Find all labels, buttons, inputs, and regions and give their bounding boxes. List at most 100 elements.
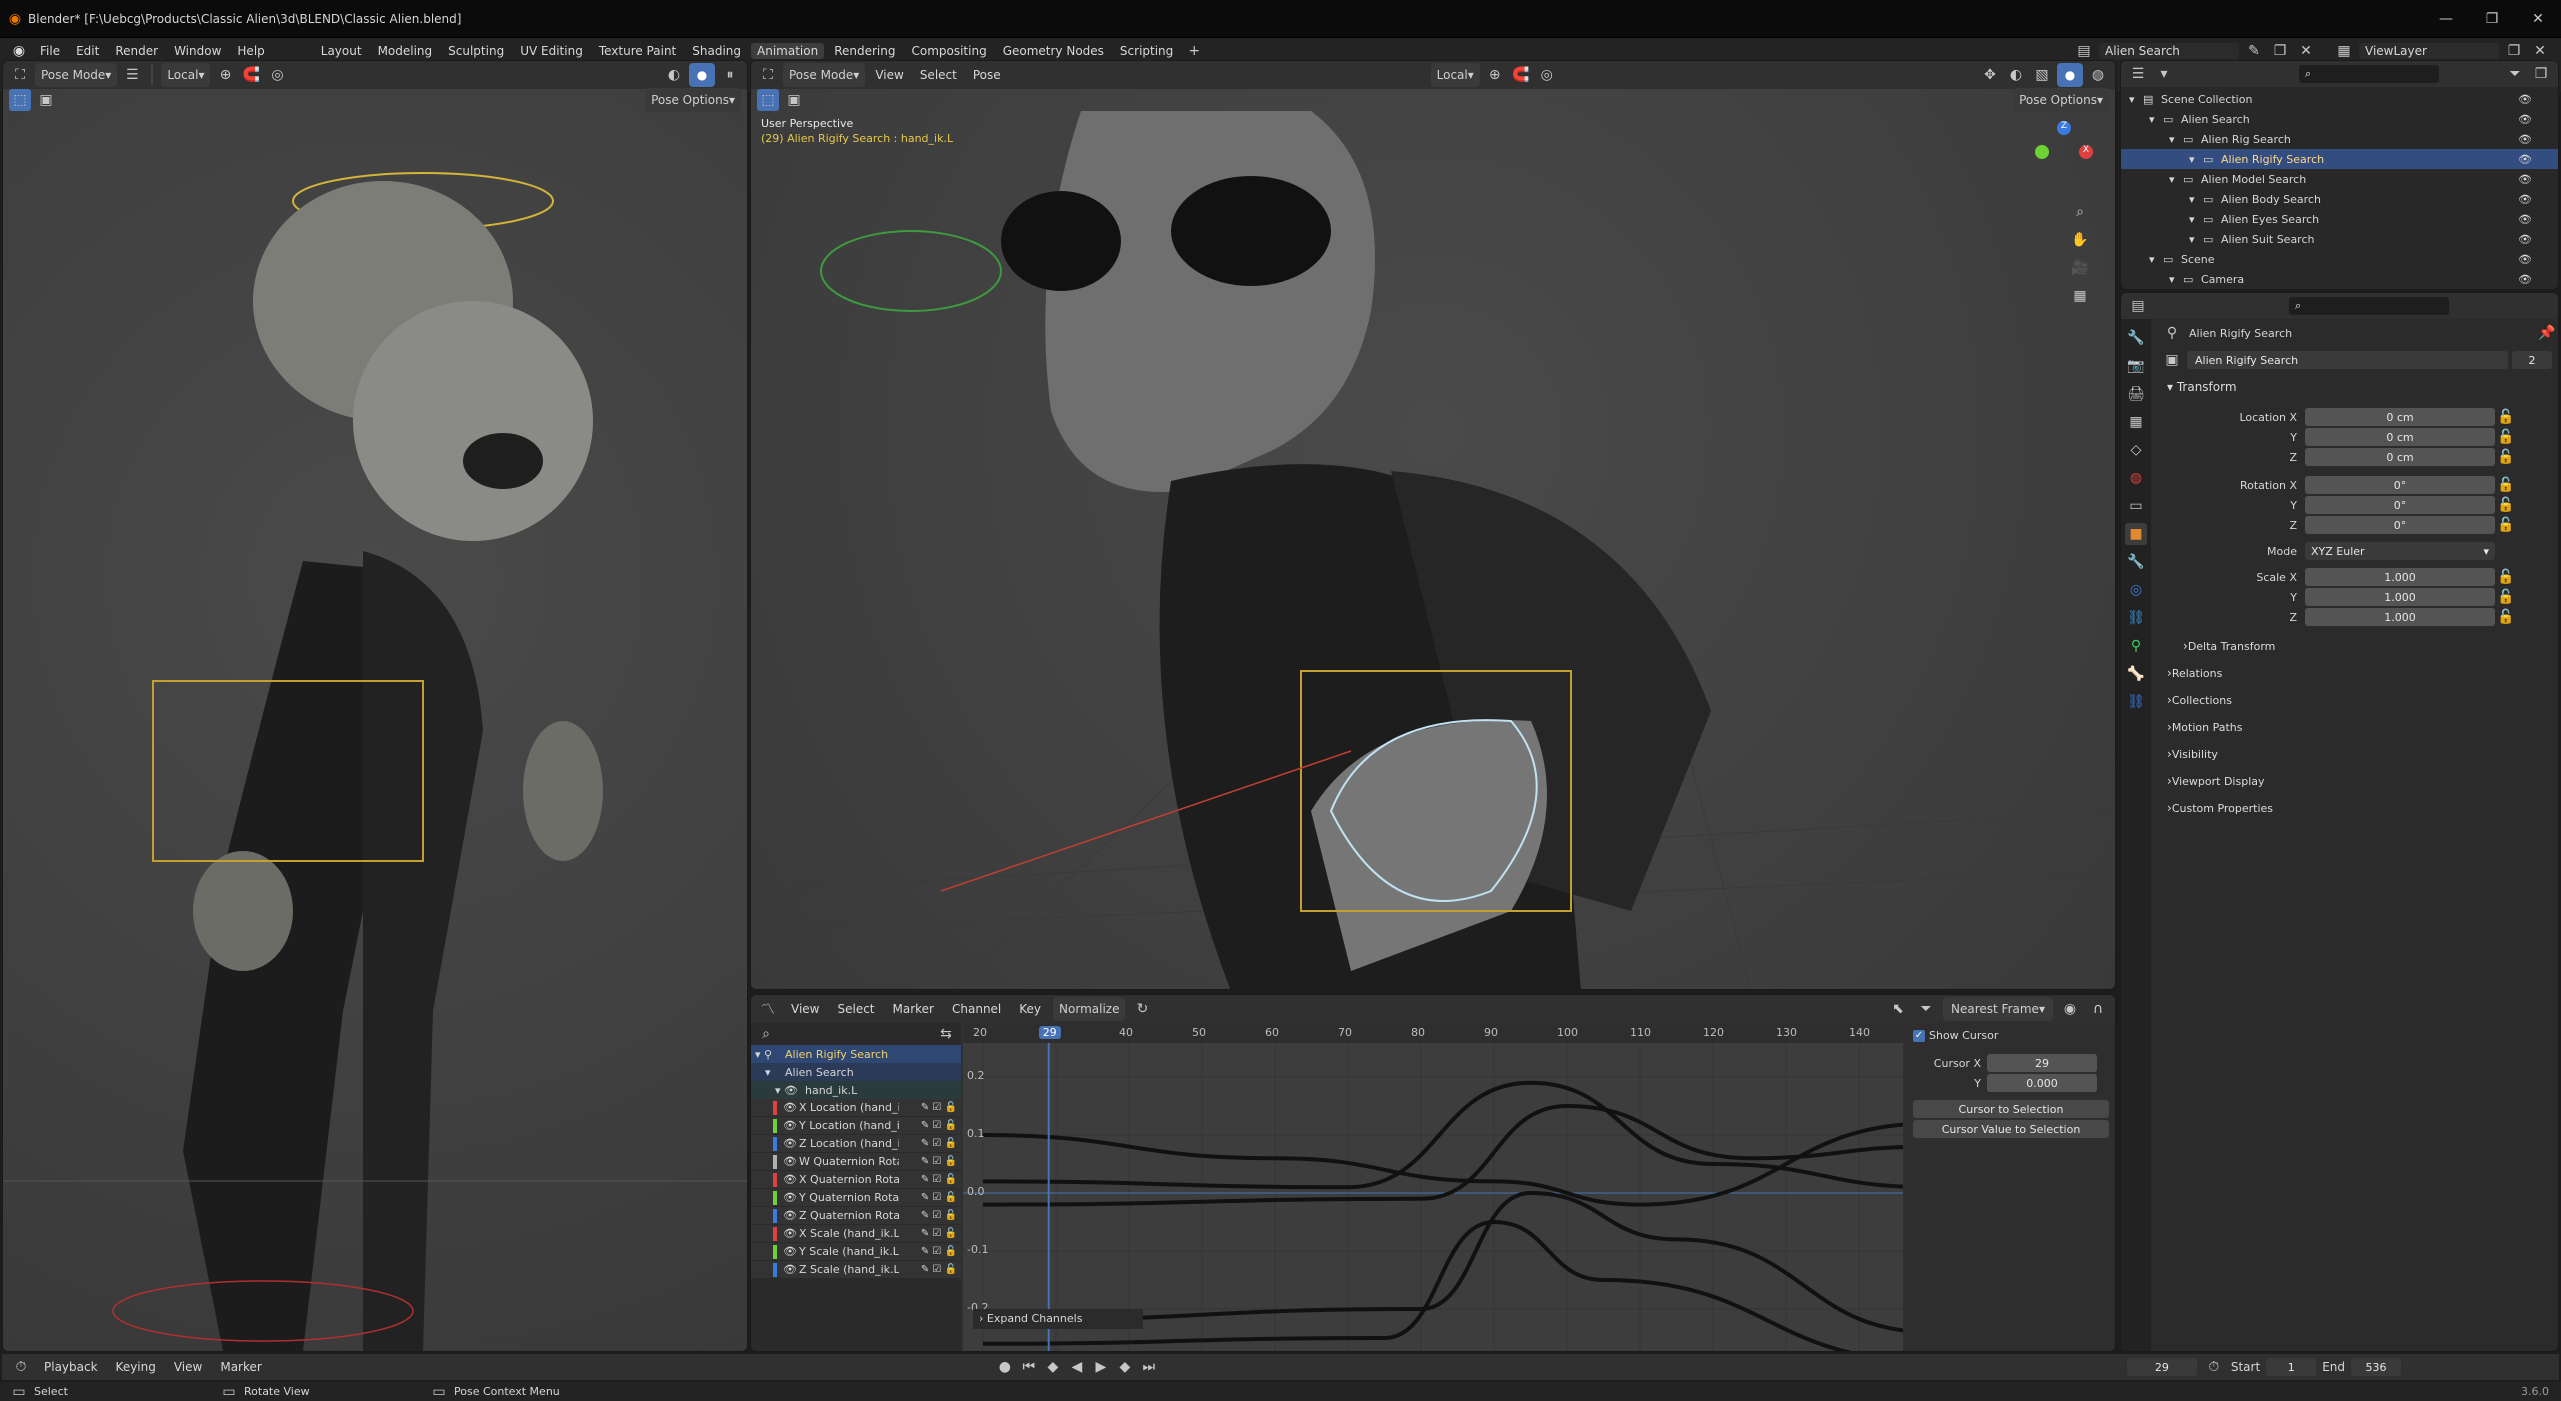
rotation-mode-dropdown[interactable]: XYZ Euler ▾ — [2305, 542, 2495, 560]
fcurve-channel[interactable]: 👁 Z Scale (hand_ik.L ✎ ☑ 🔓 — [751, 1261, 961, 1279]
expand-arrow-icon[interactable]: ▾ — [2189, 193, 2203, 206]
output-tab-icon[interactable]: 🖨 — [2125, 383, 2147, 405]
select-box-icon[interactable]: ▣ — [35, 89, 57, 111]
fcurve-channel[interactable]: 👁 W Quaternion Rota ✎ ☑ 🔓 — [751, 1153, 961, 1171]
outliner-item[interactable]: ▾ ▭ Alien Search 👁 — [2121, 109, 2558, 129]
visibility-icon[interactable]: 👁 — [2518, 253, 2532, 266]
visibility-icon[interactable]: 👁 — [2518, 193, 2532, 206]
object-tab-icon[interactable]: ■ — [2125, 523, 2147, 545]
visibility-icon[interactable]: 👁 — [2518, 273, 2532, 286]
refresh-icon[interactable]: ↻ — [1131, 998, 1153, 1020]
proportional-edit-icon[interactable]: ◉ — [2059, 998, 2081, 1020]
timeline-menu-playback[interactable]: Playback — [38, 1359, 104, 1375]
pan-hand-icon[interactable]: ✋ — [2069, 229, 2091, 251]
snap-icon[interactable]: 🧲 — [240, 64, 262, 86]
tab-rendering[interactable]: Rendering — [828, 43, 901, 59]
lock-scale-y-icon[interactable]: 🔓 — [2495, 586, 2517, 608]
gizmo-z-axis-icon[interactable]: Z — [2057, 121, 2071, 135]
graph-menu-view[interactable]: View — [785, 1001, 825, 1017]
next-keyframe-icon[interactable]: ◆ — [1114, 1356, 1136, 1378]
tab-compositing[interactable]: Compositing — [905, 43, 992, 59]
left-orientation-dropdown[interactable]: Local ▾ — [161, 63, 211, 87]
menu-window[interactable]: Window — [168, 43, 227, 59]
graph-area[interactable]: 20 29 40 50 60 70 80 90 100 110 120 130 140 0.2 0.1 0.… — [963, 1023, 1903, 1351]
delete-view-layer-icon[interactable]: ✕ — [2529, 40, 2551, 62]
lock-scale-x-icon[interactable]: 🔓 — [2495, 566, 2517, 588]
world-tab-icon[interactable]: ◍ — [2125, 467, 2147, 489]
start-frame-field[interactable]: 1 — [2266, 1358, 2317, 1376]
left-3d-viewport[interactable]: ⛶ Pose Mode ▾ ☰ Local ▾ ⊕ 🧲 ◎ ◐ ● ⏸ ⬚ ▣ … — [2, 60, 748, 1352]
cursor-value-to-selection-button[interactable]: Cursor Value to Selection — [1913, 1120, 2109, 1138]
blender-menu-icon[interactable]: ◉ — [8, 40, 30, 62]
timeline-menu-view[interactable]: View — [168, 1359, 208, 1375]
tab-geometry-nodes[interactable]: Geometry Nodes — [997, 43, 1110, 59]
location-x-field[interactable]: 0 cm — [2305, 408, 2495, 426]
main-menu-pose[interactable]: Pose — [967, 67, 1007, 83]
hamburger-menu-icon[interactable]: ☰ — [121, 64, 143, 86]
channel-visibility-icon[interactable]: 👁 — [783, 1137, 799, 1150]
left-mode-dropdown[interactable]: Pose Mode ▾ — [35, 63, 118, 87]
visibility-icon[interactable]: 👁 — [2518, 133, 2532, 146]
lock-location-x-icon[interactable]: 🔓 — [2495, 406, 2517, 428]
lock-scale-z-icon[interactable]: 🔓 — [2495, 606, 2517, 628]
minimize-icon[interactable]: — — [2423, 8, 2469, 30]
channel-visibility-icon[interactable]: 👁 — [783, 1101, 799, 1114]
collection-tab-icon[interactable]: ▭ — [2125, 495, 2147, 517]
graph-menu-key[interactable]: Key — [1013, 1001, 1047, 1017]
main-3d-viewport[interactable]: ⛶ Pose Mode ▾ View Select Pose Local ▾ ⊕… — [750, 60, 2116, 990]
graph-menu-marker[interactable]: Marker — [887, 1001, 940, 1017]
channel-group-row[interactable]: ▾ 👁 hand_ik.L — [751, 1081, 961, 1099]
fcurve-channel[interactable]: 👁 Y Quaternion Rotat ✎ ☑ 🔓 — [751, 1189, 961, 1207]
scene-tab-icon[interactable]: ◇ — [2125, 439, 2147, 461]
proportional-icon[interactable]: ◎ — [266, 64, 288, 86]
curve-falloff-icon[interactable]: ∩ — [2087, 998, 2109, 1020]
preview-range-icon[interactable]: ⏱ — [2203, 1356, 2225, 1378]
main-mode-dropdown[interactable]: Pose Mode ▾ — [783, 63, 866, 87]
scale-y-field[interactable]: 1.000 — [2305, 588, 2495, 606]
outliner-item[interactable]: ▾ ▭ Alien Eyes Search 👁 — [2121, 209, 2558, 229]
channel-toggles-icon[interactable]: ✎ ☑ 🔓 — [921, 1120, 957, 1131]
tool-tab-icon[interactable]: 🔧 — [2125, 327, 2147, 349]
fcurve-channel[interactable]: 👁 X Location (hand_i ✎ ☑ 🔓 — [751, 1099, 961, 1117]
lock-rotation-y-icon[interactable]: 🔓 — [2495, 494, 2517, 516]
channel-toggles-icon[interactable]: ✎ ☑ 🔓 — [921, 1228, 957, 1239]
end-frame-field[interactable]: 536 — [2351, 1358, 2401, 1376]
expand-arrow-icon[interactable]: ▾ — [2189, 233, 2203, 246]
panel-header[interactable]: › Visibility — [2155, 741, 2558, 768]
lock-rotation-z-icon[interactable]: 🔓 — [2495, 514, 2517, 536]
main-shading-solid-button[interactable]: ● — [2057, 63, 2083, 87]
fcurve-channel[interactable]: 👁 X Quaternion Rotat ✎ ☑ 🔓 — [751, 1171, 961, 1189]
play-reverse-icon[interactable]: ◀ — [1066, 1356, 1088, 1378]
main-overlays-icon[interactable]: ◐ — [2005, 64, 2027, 86]
new-collection-icon[interactable]: ❐ — [2530, 63, 2552, 85]
channel-toggles-icon[interactable]: ✎ ☑ 🔓 — [921, 1174, 957, 1185]
jump-end-icon[interactable]: ⏭ — [1138, 1356, 1160, 1378]
cursor-x-field[interactable]: 29 — [1987, 1054, 2097, 1072]
view-layer-selector[interactable]: ViewLayer — [2359, 43, 2499, 59]
panel-header[interactable]: › Relations — [2155, 660, 2558, 687]
channel-toggles-icon[interactable]: ✎ ☑ 🔓 — [921, 1210, 957, 1221]
show-cursor-checkbox[interactable]: ✓ — [1913, 1029, 1925, 1042]
add-workspace-icon[interactable]: + — [1183, 40, 1205, 62]
main-pose-options[interactable]: Pose Options ▾ — [2013, 88, 2109, 112]
channel-object-row[interactable]: ▾ ⚲ Alien Rigify Search — [751, 1045, 961, 1063]
main-pivot-icon[interactable]: ⊕ — [1484, 64, 1506, 86]
outliner-item[interactable]: ▾ ▭ Alien Model Search 👁 — [2121, 169, 2558, 189]
tab-layout[interactable]: Layout — [315, 43, 368, 59]
display-mode-icon[interactable]: ▾ — [2153, 63, 2175, 85]
expand-channels-panel[interactable]: › Expand Channels — [973, 1309, 1143, 1329]
menu-help[interactable]: Help — [231, 43, 270, 59]
expand-arrow-icon[interactable]: ▾ — [2169, 273, 2183, 286]
outliner-item[interactable]: ▾ ▭ Alien Suit Search 👁 — [2121, 229, 2558, 249]
channel-toggles-icon[interactable]: ✎ ☑ 🔓 — [921, 1102, 957, 1113]
timeline-menu-keying[interactable]: Keying — [110, 1359, 162, 1375]
tab-uv-editing[interactable]: UV Editing — [514, 43, 589, 59]
expand-arrow-icon[interactable]: ▾ — [2189, 153, 2203, 166]
tab-shading[interactable]: Shading — [686, 43, 747, 59]
modifier-tab-icon[interactable]: 🔧 — [2125, 551, 2147, 573]
panel-header[interactable]: › Delta Transform — [2155, 633, 2558, 660]
gizmo-toggle-icon[interactable]: ✥ — [1979, 64, 2001, 86]
swap-icon[interactable]: ⇆ — [935, 1023, 957, 1045]
channel-visibility-icon[interactable]: 👁 — [783, 1245, 799, 1258]
lock-rotation-x-icon[interactable]: 🔓 — [2495, 474, 2517, 496]
